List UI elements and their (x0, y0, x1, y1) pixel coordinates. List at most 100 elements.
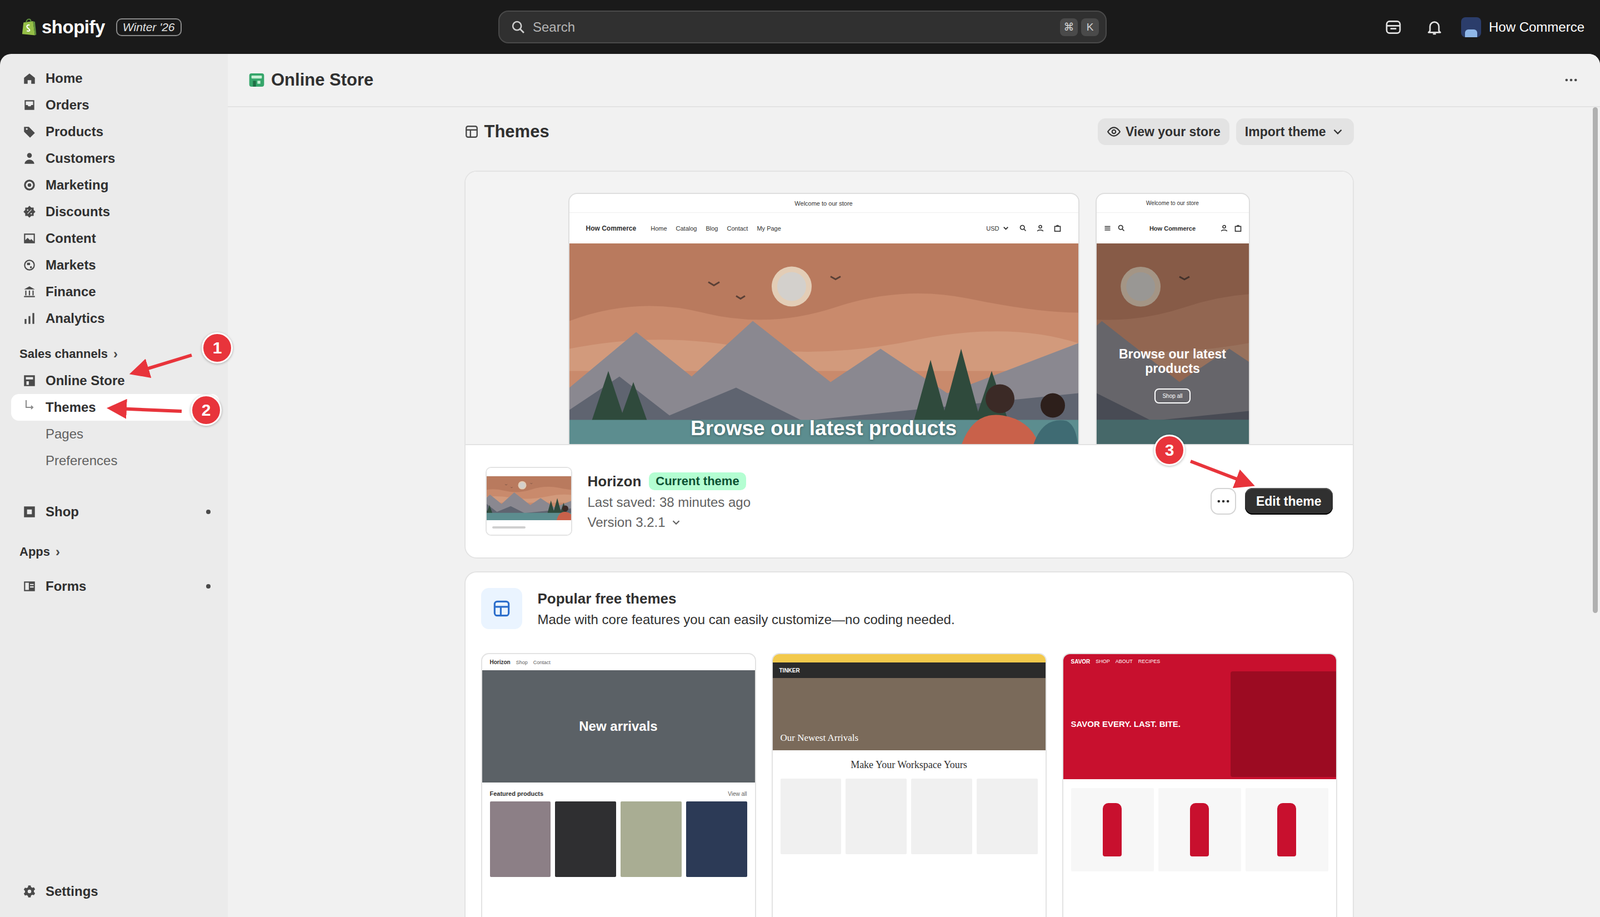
thumb-product (1158, 787, 1242, 872)
sidebar-item[interactable]: Customers (11, 145, 220, 172)
preview-nav-link: Blog (705, 225, 718, 232)
sidebar-item[interactable]: Shop (11, 498, 220, 525)
pinned-apps: Forms (11, 572, 220, 600)
page-more-button[interactable] (1558, 67, 1584, 93)
thumb-nav-link: RECIPES (1138, 658, 1161, 664)
theme-card[interactable]: SAVOR SHOPABOUTRECIPES SAVOR EVERY. LAST… (1062, 652, 1338, 917)
thumbnail-header (486, 467, 572, 477)
store-menu-button[interactable]: How Commerce (1461, 17, 1585, 38)
thumb-photo (1230, 671, 1337, 777)
shopify-admin: shopify Winter '26 Search ⌘K How Commerc… (0, 0, 1600, 917)
thumb-products (482, 801, 755, 877)
theme-thumbnail[interactable] (485, 466, 573, 536)
notifications-button[interactable] (1420, 12, 1449, 42)
store-switch-button[interactable] (1378, 12, 1408, 42)
thumb-nav-link: Shop (516, 659, 528, 665)
main-content: Online Store Themes View your store Impo… (227, 53, 1600, 917)
thumb-product (911, 778, 973, 854)
sidebar-subitem-label: Pages (45, 426, 84, 442)
sidebar-item-label: Orders (45, 97, 90, 113)
sidebar-item[interactable]: Forms (11, 572, 220, 600)
search-icon (1018, 223, 1028, 233)
themes-action-button[interactable]: View your store (1097, 118, 1230, 145)
chevron-down-icon (1330, 124, 1345, 139)
preview-hero: Browse our latest products (569, 243, 1079, 445)
sidebar-item[interactable]: Orders (11, 91, 220, 119)
search-placeholder: Search (532, 19, 1054, 35)
thumb-brand: SAVOR (1071, 658, 1091, 665)
thumb-nav-link: ABOUT (1115, 658, 1133, 664)
preview-headline: Browse our latest products (1108, 346, 1237, 377)
sidebar-item[interactable]: Discounts (11, 198, 220, 225)
apps-heading[interactable]: Apps › (11, 538, 220, 565)
thumbnail-footer (486, 520, 572, 535)
popular-themes-text: Popular free themes Made with core featu… (537, 590, 955, 628)
preview-headline: Browse our latest products (569, 416, 1079, 441)
cart-icon (1053, 223, 1062, 233)
shortcut-key: ⌘ (1060, 18, 1078, 37)
sidebar-subitem[interactable]: Pages (11, 420, 220, 448)
connector (22, 426, 37, 442)
avatar-mark (1465, 29, 1478, 38)
sidebar-subitem[interactable]: Preferences (11, 447, 220, 474)
current-theme-row: Horizon Current theme Last saved: 38 min… (465, 445, 1353, 558)
themes-header: Themes View your store Import theme (464, 118, 1354, 145)
edit-theme-button[interactable]: Edit theme (1245, 487, 1333, 515)
sidebar-item[interactable]: Marketing (11, 171, 220, 199)
hero-content: Browse our latest products Shop all (1096, 243, 1249, 445)
thumb-nav-link: SHOP (1095, 658, 1110, 664)
shortcut: ⌘K (1060, 18, 1099, 37)
sales-channels-heading[interactable]: Sales channels › (11, 340, 220, 368)
step-marker: 1 (201, 332, 233, 364)
logo[interactable]: shopify Winter '26 (20, 16, 499, 38)
current-theme-badge: Current theme (648, 472, 746, 490)
section-title: Apps (19, 544, 50, 559)
sidebar-item-label: Finance (45, 283, 97, 300)
last-saved: Last saved: 38 minutes ago (587, 494, 752, 510)
account-icon (1220, 223, 1229, 233)
sidebar-item[interactable]: Products (11, 118, 220, 145)
admin-frame: Home Orders Products Customers Marketing… (0, 53, 1600, 917)
sidebar-item-icon (22, 257, 37, 273)
thumb-section-head: Featured products View all (482, 782, 755, 802)
step-marker: 3 (1153, 434, 1185, 466)
sidebar-item[interactable]: Home (11, 65, 220, 92)
version-selector[interactable]: Version 3.2.1 (587, 514, 752, 530)
shopify-bag-icon (20, 17, 38, 37)
popular-themes-header: Popular free themes Made with core featu… (481, 587, 1338, 629)
sidebar-item[interactable]: Online Store (11, 367, 220, 394)
thumb-section-title: Featured products (490, 790, 544, 797)
preview-nav: How Commerce HomeCatalogBlogContactMy Pa… (569, 212, 1079, 244)
hero-illustration (569, 243, 1079, 445)
sidebar-item[interactable]: Content (11, 225, 220, 252)
thumb-product (1071, 787, 1154, 872)
thumb-product (686, 801, 748, 877)
thumb-bottle (1277, 802, 1297, 857)
theme-name: Horizon (587, 472, 642, 490)
sidebar-subitem-label: Preferences (45, 452, 118, 469)
shop-icon (22, 504, 37, 519)
settings-item[interactable]: Settings (11, 877, 220, 905)
thumbnail-illustration (486, 476, 572, 520)
thumb-section-title: Make Your Workspace Yours (772, 750, 1046, 779)
more-icon (1563, 72, 1579, 88)
theme-more-button[interactable] (1210, 487, 1237, 515)
chevron: › (55, 543, 60, 560)
scrollbar[interactable] (1592, 107, 1598, 613)
storefront-icon (1384, 18, 1403, 37)
theme-info: Horizon Current theme Last saved: 38 min… (587, 472, 752, 530)
themes-action-button[interactable]: Import theme (1236, 118, 1354, 145)
sidebar-item[interactable]: Analytics (11, 305, 220, 332)
online-store-icon (22, 373, 37, 388)
menu-icon (1103, 223, 1112, 233)
sidebar-item-icon (22, 124, 37, 139)
theme-card[interactable]: Horizon ShopContact New arrivals Feature… (481, 652, 757, 917)
search-field[interactable]: Search ⌘K (498, 10, 1107, 44)
theme-card[interactable]: TINKER Our Newest Arrivals Make Your Wor… (771, 652, 1047, 917)
sidebar-subitem[interactable]: Themes (11, 393, 220, 421)
sidebar-item[interactable]: Markets (11, 251, 220, 279)
sidebar-item[interactable]: Finance (11, 278, 220, 305)
version-label: Version 3.2.1 (587, 514, 666, 530)
thumb-product (976, 778, 1038, 854)
pin-dot (206, 583, 211, 589)
